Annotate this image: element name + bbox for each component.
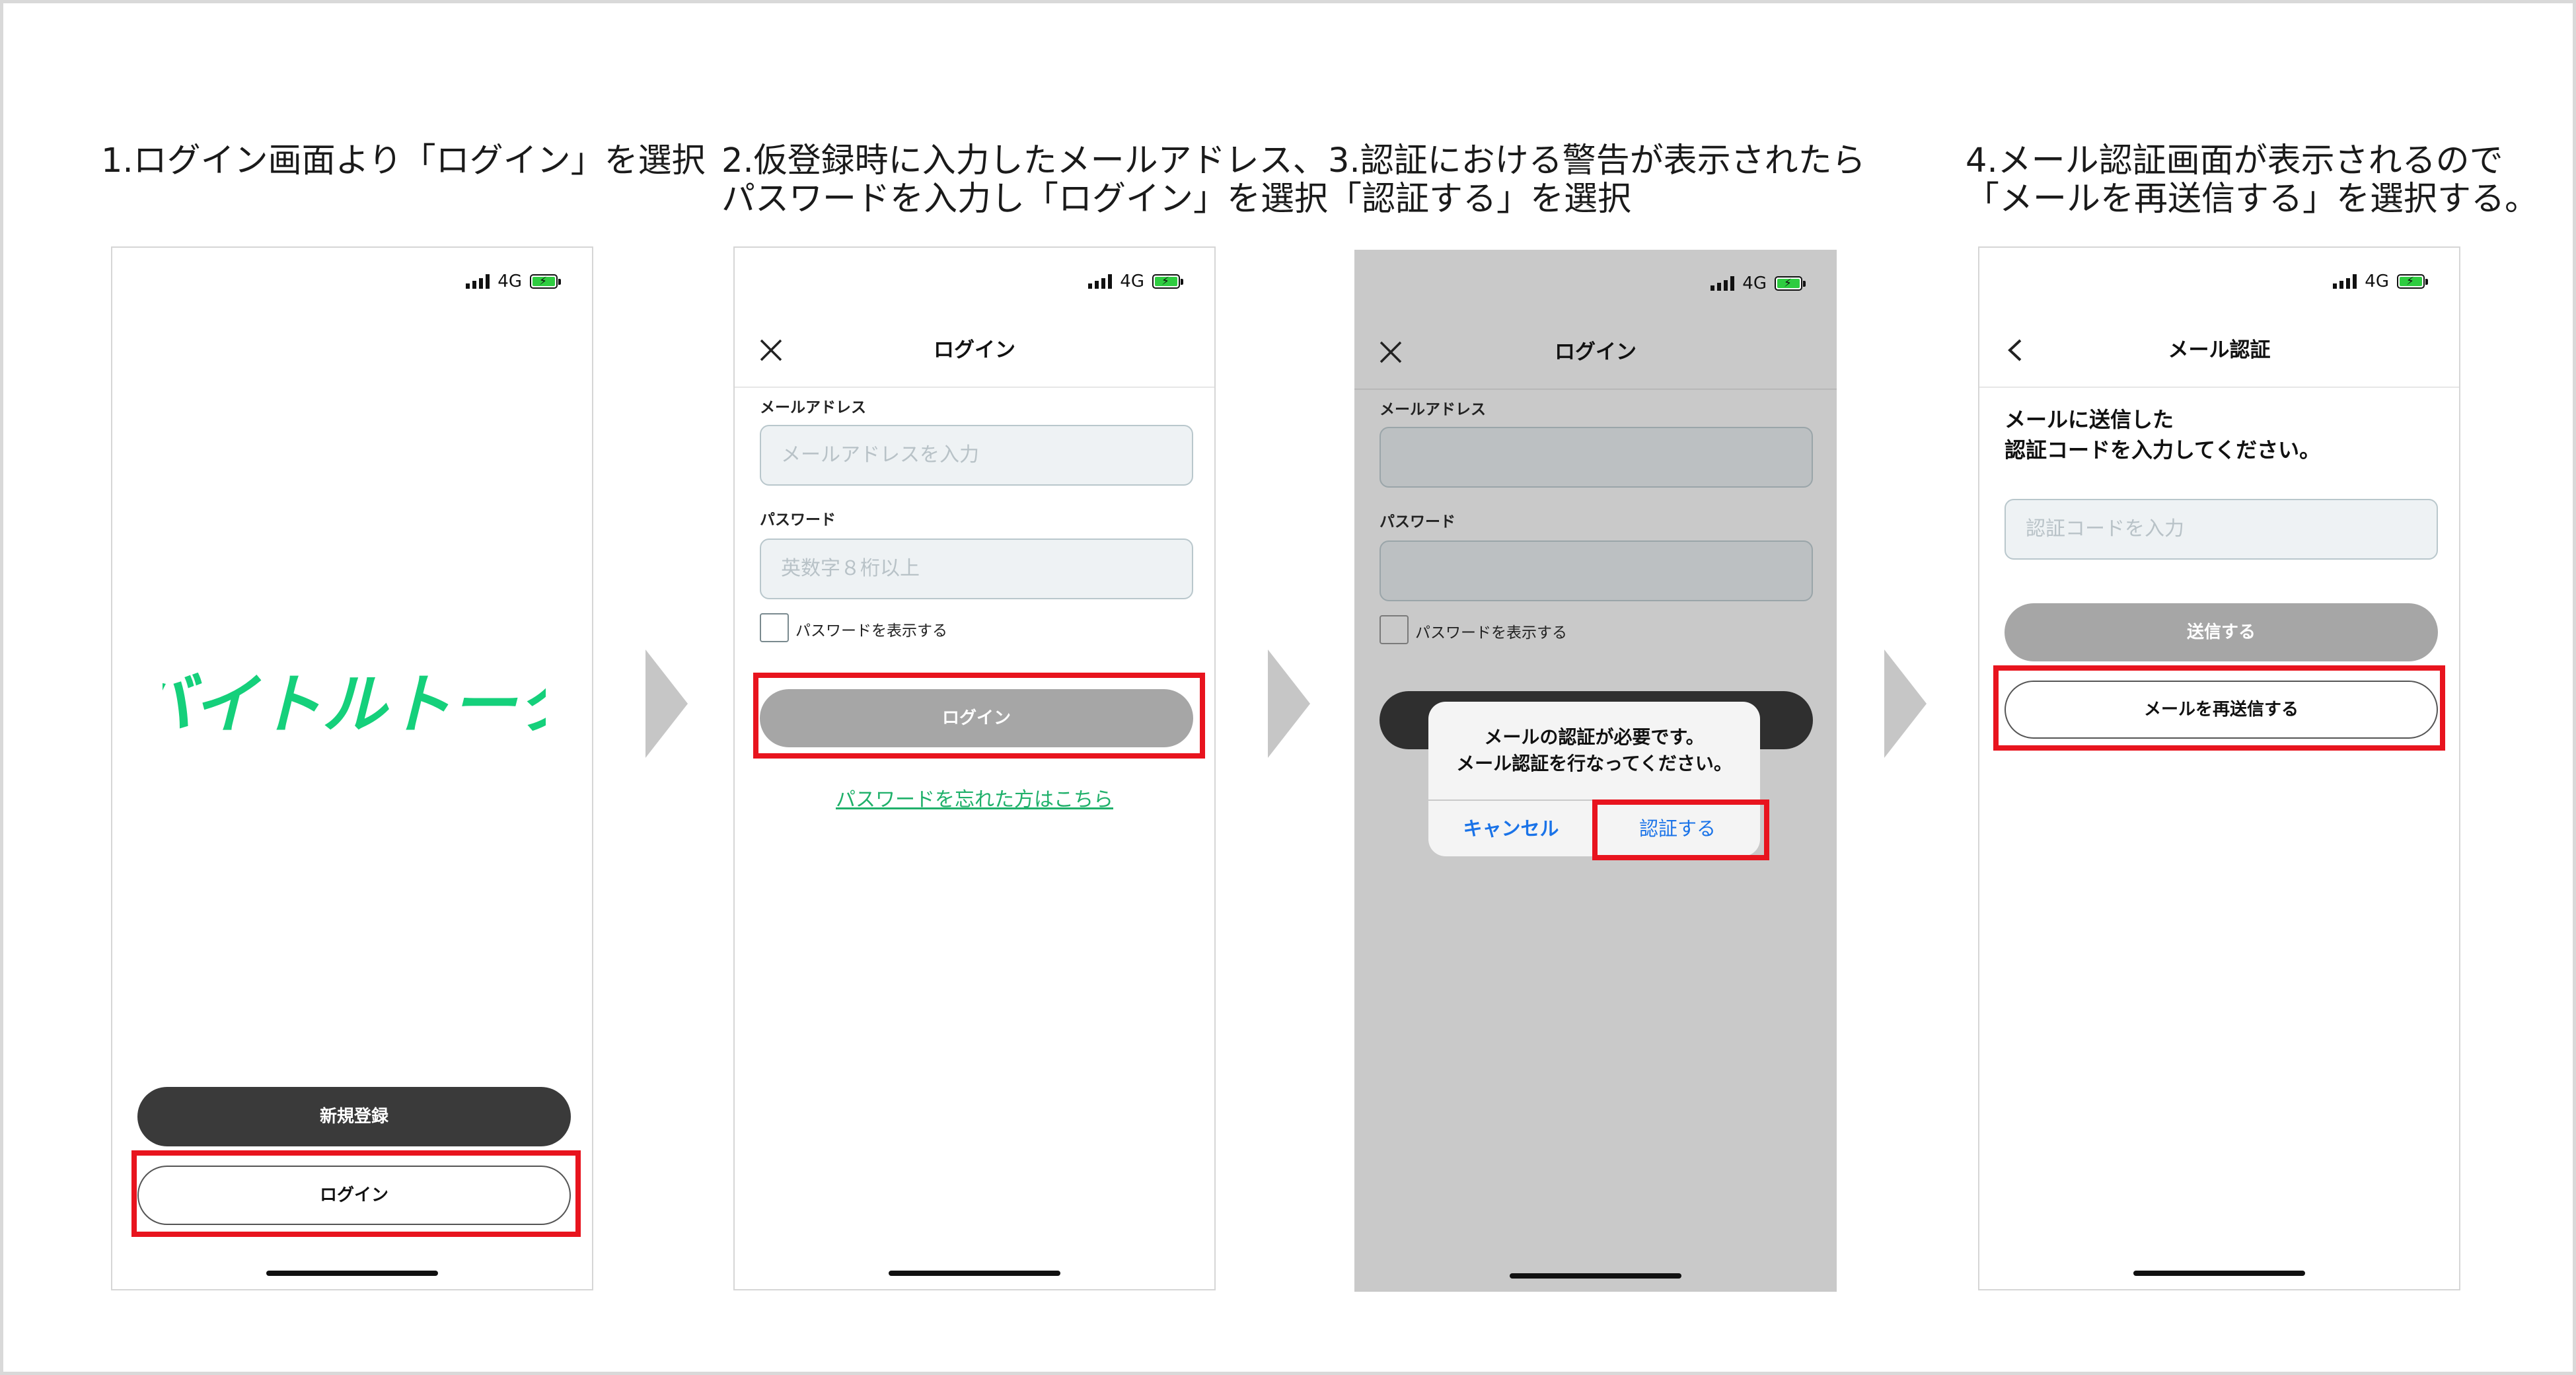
step-4-title: 4.メール認証画面が表示されるので 「メールを再送信する」を選択する。 xyxy=(1966,141,2539,219)
highlight-login-button xyxy=(131,1150,581,1237)
status-bar: 4G ⚡ xyxy=(466,272,561,291)
phone-screen-1: 4G ⚡ バイトルトーク 新規登録 ログイン xyxy=(111,246,593,1290)
password-field xyxy=(1380,540,1813,601)
home-indicator xyxy=(266,1271,438,1276)
password-label: パスワード xyxy=(760,511,836,529)
signal-icon xyxy=(1711,276,1735,291)
show-password-label: パスワードを表示する xyxy=(1415,624,1567,642)
show-password-checkbox[interactable] xyxy=(760,613,789,642)
show-password-label: パスワードを表示する xyxy=(795,622,947,640)
phone-screen-2: 4G ⚡ ログイン メールアドレス メールアドレスを入力 パスワード 英数字８桁… xyxy=(733,246,1216,1290)
nav-bar: ログイン xyxy=(735,314,1214,388)
nav-title: ログイン xyxy=(934,338,1015,362)
home-indicator xyxy=(889,1271,1060,1276)
app-logo: バイトルトーク xyxy=(163,667,546,743)
signal-icon xyxy=(1088,274,1113,289)
highlight-resend-button xyxy=(1993,665,2445,751)
step-arrow-icon xyxy=(1268,650,1310,758)
email-label: メールアドレス xyxy=(1380,401,1486,418)
verification-code-field[interactable]: 認証コードを入力 xyxy=(2005,499,2438,560)
battery-icon: ⚡ xyxy=(1775,276,1806,291)
phone-screen-4: 4G ⚡ メール認証 メールに送信した 認証コードを入力してください。 認証コー… xyxy=(1978,246,2460,1290)
status-bar: 4G ⚡ xyxy=(2333,272,2428,291)
highlight-confirm-button xyxy=(1592,799,1769,860)
password-field[interactable]: 英数字８桁以上 xyxy=(760,539,1193,599)
step-arrow-icon xyxy=(645,650,688,758)
dialog-cancel-button[interactable]: キャンセル xyxy=(1428,801,1594,856)
network-label: 4G xyxy=(497,272,522,291)
email-label: メールアドレス xyxy=(760,399,866,416)
show-password-checkbox xyxy=(1380,615,1409,644)
step-1-title: 1.ログイン画面より「ログイン」を選択 xyxy=(101,141,706,180)
status-bar: 4G ⚡ xyxy=(1088,272,1183,291)
nav-title: ログイン xyxy=(1555,340,1637,364)
status-bar: 4G ⚡ xyxy=(1711,274,1806,293)
battery-icon: ⚡ xyxy=(1152,274,1183,289)
phone-screen-3: 4G ⚡ ログイン メールアドレス パスワード パスワードを表示する メールの認… xyxy=(1354,250,1837,1292)
network-label: 4G xyxy=(1742,274,1767,293)
password-label: パスワード xyxy=(1380,513,1455,531)
register-button[interactable]: 新規登録 xyxy=(137,1087,571,1146)
dialog-message: メールの認証が必要です。 メール認証を行なってください。 xyxy=(1456,726,1732,774)
email-field[interactable]: メールアドレスを入力 xyxy=(760,425,1193,486)
instruction-page: 1.ログイン画面より「ログイン」を選択 2.仮登録時に入力したメールアドレス、 … xyxy=(3,3,2573,1372)
home-indicator xyxy=(1510,1273,1681,1279)
nav-title: メール認証 xyxy=(2168,338,2271,362)
email-field xyxy=(1380,427,1813,488)
forgot-password-link[interactable]: パスワードを忘れた方はこちら xyxy=(735,783,1214,812)
step-2-title: 2.仮登録時に入力したメールアドレス、 パスワードを入力し「ログイン」を選択 xyxy=(721,141,1329,219)
instruction-text: メールに送信した 認証コードを入力してください。 xyxy=(2005,407,2321,463)
network-label: 4G xyxy=(2365,272,2389,291)
signal-icon xyxy=(2333,274,2357,289)
step-arrow-icon xyxy=(1884,650,1927,758)
nav-bar: メール認証 xyxy=(1979,314,2459,388)
home-indicator xyxy=(2133,1271,2305,1276)
signal-icon xyxy=(466,274,490,289)
send-button[interactable]: 送信する xyxy=(2005,603,2438,661)
nav-bar: ログイン xyxy=(1354,316,1837,390)
network-label: 4G xyxy=(1120,272,1144,291)
highlight-login-submit xyxy=(753,673,1205,759)
step-3-title: 3.認証における警告が表示されたら 「認証する」を選択 xyxy=(1328,141,1866,219)
app-logo-text: バイトルトーク xyxy=(163,667,546,743)
battery-icon: ⚡ xyxy=(530,274,561,289)
battery-icon: ⚡ xyxy=(2397,274,2428,289)
